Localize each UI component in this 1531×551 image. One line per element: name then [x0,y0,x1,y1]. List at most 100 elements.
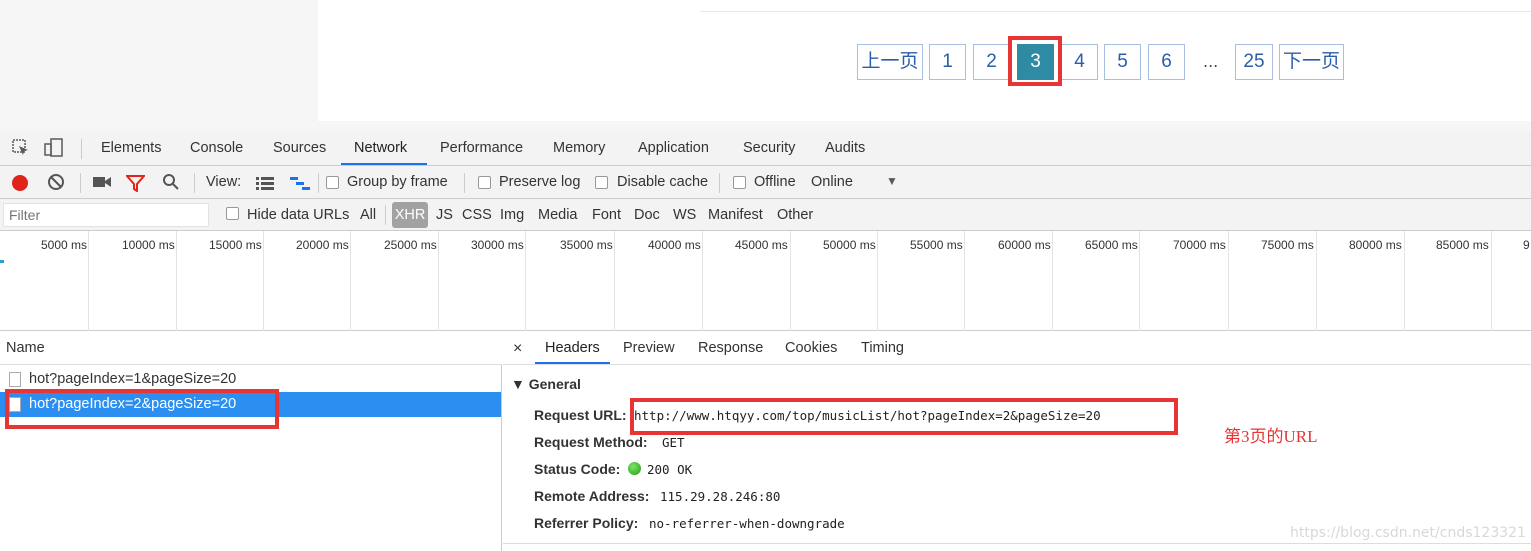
status-code-key: Status Code: [534,461,621,477]
search-icon[interactable] [162,173,180,196]
type-filter-manifest[interactable]: Manifest [708,207,763,223]
chevron-down-icon[interactable]: ▼ [886,174,898,188]
hide-data-urls-label: Hide data URLs [247,207,350,223]
timeline-tick-label: 70000 ms [1173,238,1226,252]
timeline-tick-label: 20000 ms [296,238,349,252]
general-section-toggle[interactable]: ▼ General [511,376,581,392]
tab-audits[interactable]: Audits [825,131,865,165]
tab-console[interactable]: Console [190,131,243,165]
offline-label: Offline [754,174,796,190]
device-toolbar-icon[interactable] [44,138,64,163]
timeline-tick-label: 65000 ms [1085,238,1138,252]
tab-network[interactable]: Network [341,131,427,165]
preserve-log-checkbox[interactable] [478,176,491,189]
toolbar-separator [464,173,465,193]
filter-input[interactable] [3,203,209,227]
clear-icon[interactable] [47,173,65,196]
detail-tabbar: × Headers Preview Response Cookies Timin… [503,331,1531,365]
timeline-gridline [614,231,615,331]
filter-icon[interactable] [124,174,147,197]
timeline-gridline [964,231,965,331]
referrer-policy-value: no-referrer-when-downgrade [649,516,845,531]
selected-request-highlight-box [5,389,279,429]
timeline-tick-label: 25000 ms [384,238,437,252]
prev-page-button[interactable]: 上一页 [857,44,923,80]
status-ok-icon [628,462,641,475]
referrer-policy-key: Referrer Policy: [534,515,639,531]
type-filter-font[interactable]: Font [592,207,621,223]
timeline-gridline [88,231,89,331]
devtools-tabbar: Elements Console Sources Network Perform… [0,131,1531,166]
disable-cache-checkbox[interactable] [595,176,608,189]
page-5-button[interactable]: 5 [1104,44,1141,80]
group-by-frame-label: Group by frame [347,174,448,190]
network-toolbar: View: Group by frame Preserve log Disabl… [0,166,1531,199]
record-button-icon[interactable] [12,175,28,191]
group-by-frame-checkbox[interactable] [326,176,339,189]
page-1-button[interactable]: 1 [929,44,966,80]
watermark: https://blog.csdn.net/cnds123321 [1290,525,1526,541]
request-method-key: Request Method: [534,434,648,450]
disable-cache-label: Disable cache [617,174,709,190]
list-view-icon[interactable] [256,175,274,195]
tab-elements[interactable]: Elements [101,131,161,165]
toolbar-separator [719,173,720,193]
timeline-start-marker [0,260,4,263]
type-filter-js[interactable]: JS [436,207,453,223]
timeline-gridline [176,231,177,331]
timeline-gridline [877,231,878,331]
timeline-gridline [438,231,439,331]
offline-checkbox[interactable] [733,176,746,189]
inspect-element-icon[interactable] [12,139,30,162]
timeline-gridline [1052,231,1053,331]
tab-preview[interactable]: Preview [623,331,675,364]
hide-data-urls-checkbox[interactable] [226,207,239,220]
timeline-tick-label: 5000 ms [41,238,88,252]
tab-memory[interactable]: Memory [553,131,605,165]
page-4-button[interactable]: 4 [1061,44,1098,80]
tab-cookies[interactable]: Cookies [785,331,837,364]
active-page-highlight-box [1008,36,1062,86]
tab-application[interactable]: Application [638,131,709,165]
timeline-tick-label: 60000 ms [998,238,1051,252]
tab-headers[interactable]: Headers [535,331,610,364]
tab-response[interactable]: Response [698,331,763,364]
page-6-button[interactable]: 6 [1148,44,1185,80]
camera-icon[interactable] [92,174,112,195]
timeline-gridline [1139,231,1140,331]
content-card [318,0,1531,121]
timeline-tick-label: 30000 ms [471,238,524,252]
tab-timing[interactable]: Timing [861,331,904,364]
tab-security[interactable]: Security [743,131,795,165]
timeline-tick-label: 80000 ms [1349,238,1402,252]
page-2-button[interactable]: 2 [973,44,1010,80]
type-filter-ws[interactable]: WS [673,207,696,223]
request-url-highlight-box [630,398,1178,435]
waterfall-view-icon[interactable] [290,175,310,195]
type-filter-all[interactable]: All [360,207,376,223]
name-column-header[interactable]: Name [6,340,45,356]
throttling-select[interactable]: Online [811,174,853,190]
toolbar-separator [385,205,386,225]
page-25-button[interactable]: 25 [1235,44,1273,80]
type-filter-xhr[interactable]: XHR [392,202,428,228]
next-page-button[interactable]: 下一页 [1279,44,1344,80]
timeline-tick-label: 50000 ms [823,238,876,252]
timeline-tick-label: 75000 ms [1261,238,1314,252]
page-ellipsis: ... [1203,52,1219,71]
tab-sources[interactable]: Sources [273,131,326,165]
timeline-tick-label: 85000 ms [1436,238,1489,252]
type-filter-doc[interactable]: Doc [634,207,660,223]
type-filter-img[interactable]: Img [500,207,524,223]
timeline-gridline [525,231,526,331]
timeline-overview[interactable]: 5000 ms 10000 ms 15000 ms 20000 ms 25000… [0,231,1531,331]
type-filter-media[interactable]: Media [538,207,578,223]
type-filter-css[interactable]: CSS [462,207,492,223]
timeline-gridline [1316,231,1317,331]
request-detail-pane: × Headers Preview Response Cookies Timin… [503,331,1531,551]
type-filter-other[interactable]: Other [777,207,813,223]
tab-performance[interactable]: Performance [440,131,523,165]
close-icon[interactable]: × [513,331,522,364]
view-label: View: [206,174,242,190]
timeline-gridline [1228,231,1229,331]
